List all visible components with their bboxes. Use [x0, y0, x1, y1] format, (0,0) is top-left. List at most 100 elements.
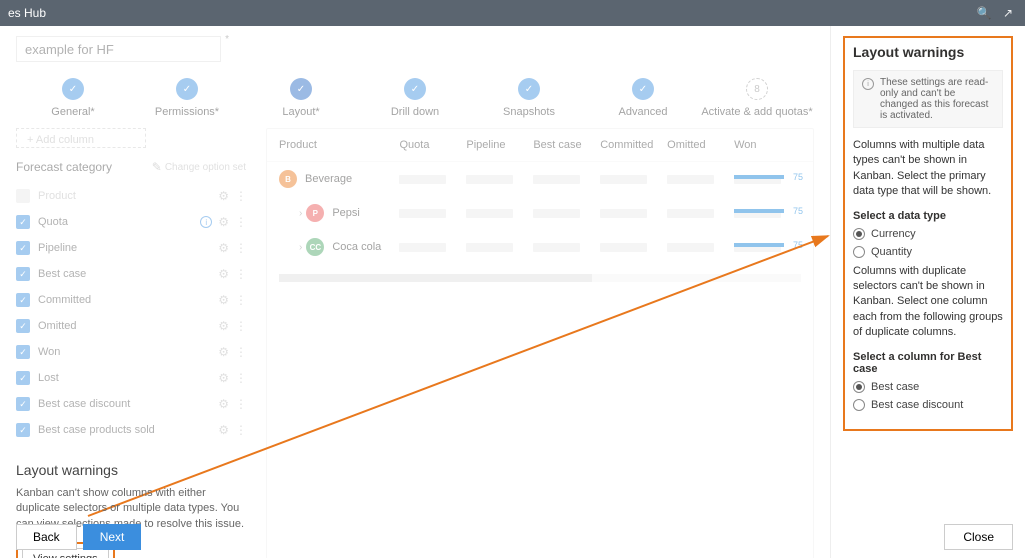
placeholder-bar	[600, 175, 647, 184]
info-icon[interactable]: i	[200, 216, 212, 228]
main-region: * ✓General* ✓Permissions* ✓Layout* ✓Dril…	[0, 26, 1025, 558]
more-icon[interactable]: ⋮	[235, 293, 246, 307]
expand-icon[interactable]: ›	[299, 208, 302, 219]
checkbox-icon[interactable]: ✓	[16, 345, 30, 359]
back-button[interactable]: Back	[16, 524, 77, 550]
cell	[667, 209, 734, 218]
placeholder-bar	[667, 209, 714, 218]
column-header[interactable]: Won	[734, 139, 801, 151]
column-header[interactable]: Quota	[399, 139, 466, 151]
step-permissions[interactable]: ✓Permissions*	[130, 78, 244, 118]
open-new-icon[interactable]: ↗	[999, 6, 1017, 20]
cell	[533, 209, 600, 218]
checkbox-icon[interactable]: ✓	[16, 423, 30, 437]
next-button[interactable]: Next	[83, 524, 142, 550]
panel-paragraph-1: Columns with multiple data types can't b…	[853, 138, 1003, 200]
expand-icon[interactable]: ›	[299, 242, 302, 253]
checkbox-icon[interactable]: ✓	[16, 215, 30, 229]
radio-currency[interactable]: Currency	[853, 228, 1003, 240]
forecast-category-header: Forecast category ✎ Change option set	[16, 154, 246, 180]
placeholder-bar	[600, 243, 647, 252]
close-button[interactable]: Close	[944, 524, 1013, 550]
column-header[interactable]: Committed	[600, 139, 667, 151]
search-icon[interactable]: 🔍	[975, 6, 993, 20]
gear-icon[interactable]: ⚙	[218, 215, 229, 229]
radio-quantity[interactable]: Quantity	[853, 246, 1003, 258]
more-icon[interactable]: ⋮	[235, 215, 246, 229]
checkbox-icon[interactable]	[16, 189, 30, 203]
wizard-steps: ✓General* ✓Permissions* ✓Layout* ✓Drill …	[16, 78, 814, 118]
scrollbar-thumb[interactable]	[279, 274, 592, 282]
checkbox-icon[interactable]: ✓	[16, 241, 30, 255]
layout-warnings-panel: Layout warnings i These settings are rea…	[830, 26, 1025, 558]
column-item-label: Product	[38, 190, 218, 202]
select-data-type-heading: Select a data type	[853, 210, 1003, 222]
column-item-label: Omitted	[38, 320, 218, 332]
checkbox-icon[interactable]: ✓	[16, 267, 30, 281]
more-icon[interactable]: ⋮	[235, 267, 246, 281]
more-icon[interactable]: ⋮	[235, 319, 246, 333]
column-header[interactable]: Pipeline	[466, 139, 533, 151]
forecast-name-input[interactable]	[16, 36, 221, 62]
column-items: Product⚙⋮✓Quotai⚙⋮✓Pipeline⚙⋮✓Best case⚙…	[16, 184, 246, 442]
horizontal-scrollbar[interactable]	[279, 274, 801, 282]
step-snapshots[interactable]: ✓Snapshots	[472, 78, 586, 118]
column-item[interactable]: ✓Best case⚙⋮	[16, 262, 246, 286]
more-icon[interactable]: ⋮	[235, 423, 246, 437]
more-icon[interactable]: ⋮	[235, 345, 246, 359]
gear-icon[interactable]: ⚙	[218, 319, 229, 333]
gear-icon[interactable]: ⚙	[218, 189, 229, 203]
panel-title: Layout warnings	[853, 44, 1003, 60]
gear-icon[interactable]: ⚙	[218, 397, 229, 411]
cell	[466, 175, 533, 184]
value-tip: 75	[793, 172, 803, 182]
column-item[interactable]: ✓Best case products sold⚙⋮	[16, 418, 246, 442]
more-icon[interactable]: ⋮	[235, 397, 246, 411]
step-advanced[interactable]: ✓Advanced	[586, 78, 700, 118]
gear-icon[interactable]: ⚙	[218, 241, 229, 255]
gear-icon[interactable]: ⚙	[218, 267, 229, 281]
gear-icon[interactable]: ⚙	[218, 371, 229, 385]
table-row[interactable]: ›CCCoca cola75	[267, 230, 813, 264]
checkbox-icon[interactable]: ✓	[16, 371, 30, 385]
forecast-name-wrap: *	[16, 36, 221, 62]
step-activate[interactable]: 8Activate & add quotas*	[700, 78, 814, 118]
gear-icon[interactable]: ⚙	[218, 423, 229, 437]
checkbox-icon[interactable]: ✓	[16, 319, 30, 333]
column-item[interactable]: ✓Committed⚙⋮	[16, 288, 246, 312]
checkbox-icon[interactable]: ✓	[16, 397, 30, 411]
gear-icon[interactable]: ⚙	[218, 345, 229, 359]
column-item[interactable]: ✓ Omitted⚙ ⋮	[16, 314, 246, 338]
column-item[interactable]: ✓Pipeline⚙⋮	[16, 236, 246, 260]
more-icon[interactable]: ⋮	[235, 371, 246, 385]
table-row[interactable]: ›PPepsi75	[267, 196, 813, 230]
column-item[interactable]: ✓Best case discount⚙⋮	[16, 392, 246, 416]
placeholder-bar	[466, 209, 513, 218]
more-icon[interactable]: ⋮	[235, 189, 246, 203]
footer-buttons: Back Next	[16, 524, 141, 550]
more-icon[interactable]: ⋮	[235, 241, 246, 255]
step-drilldown[interactable]: ✓Drill down	[358, 78, 472, 118]
step-layout[interactable]: ✓Layout*	[244, 78, 358, 118]
step-general[interactable]: ✓General*	[16, 78, 130, 118]
gear-icon[interactable]: ⚙	[218, 293, 229, 307]
column-item[interactable]: ✓Lost⚙⋮	[16, 366, 246, 390]
column-item[interactable]: ✓Quotai⚙⋮	[16, 210, 246, 234]
radio-best-case[interactable]: Best case	[853, 381, 1003, 393]
table-row[interactable]: BBeverage75	[267, 162, 813, 196]
column-header[interactable]: Product	[279, 139, 399, 151]
progress-bar	[734, 209, 784, 213]
column-item[interactable]: Product⚙ ⋮	[16, 184, 246, 208]
column-header[interactable]: Best case	[533, 139, 600, 151]
column-item[interactable]: ✓Won⚙⋮	[16, 340, 246, 364]
radio-best-case-discount[interactable]: Best case discount	[853, 399, 1003, 411]
preview-rows: BBeverage75›PPepsi75›CCCoca cola75	[267, 162, 813, 264]
change-option-set-link[interactable]: Change option set	[165, 162, 246, 173]
required-star: *	[225, 34, 229, 45]
radio-label: Currency	[871, 228, 916, 240]
column-header[interactable]: Omitted	[667, 139, 734, 151]
checkbox-icon[interactable]: ✓	[16, 293, 30, 307]
add-column-button[interactable]: + Add column	[16, 128, 146, 148]
cell	[466, 209, 533, 218]
pencil-icon: ✎	[152, 160, 162, 174]
